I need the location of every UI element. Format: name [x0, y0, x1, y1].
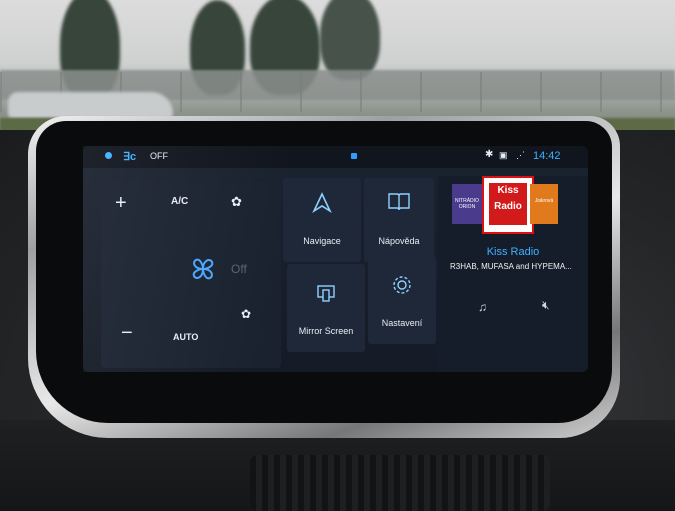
station-name: Kiss Radio: [486, 246, 540, 258]
tile-settings[interactable]: Nastavení: [368, 256, 436, 344]
air-vent: [250, 455, 550, 511]
infotainment-screen: ∃c OFF ✱ ▣ ⋰ 14:42 + A/C ✿ Off − AUTO ✿ …: [83, 146, 588, 372]
station-logo-text: Kiss Radio: [494, 185, 522, 212]
auto-button[interactable]: AUTO: [173, 332, 198, 342]
tile-help[interactable]: Nápověda: [364, 178, 434, 262]
radio-panel[interactable]: NITRÁDIO ORION Kiss Radio Jiskrová Kiss …: [438, 176, 588, 372]
parked-car: [8, 92, 173, 118]
fan-high-icon[interactable]: ✿: [231, 194, 242, 210]
mute-icon[interactable]: 🔇︎: [542, 298, 550, 313]
tile-label: Mirror Screen: [298, 326, 354, 336]
media-source-icon[interactable]: ♫: [478, 300, 487, 314]
station-logo-text: NITRÁDIO ORION: [455, 198, 479, 210]
phone-mirror-icon: [317, 285, 335, 302]
fan-icon[interactable]: [186, 252, 220, 286]
climate-panel: + A/C ✿ Off − AUTO ✿: [101, 182, 281, 368]
book-icon: [388, 193, 410, 211]
seat-heat-icon[interactable]: ∃c: [123, 150, 136, 163]
home-icon[interactable]: [351, 153, 357, 159]
ac-state[interactable]: OFF: [150, 151, 168, 161]
temp-down-button[interactable]: −: [121, 322, 133, 345]
gear-icon: [393, 276, 411, 294]
ac-button[interactable]: A/C: [171, 196, 188, 207]
tile-label: Nastavení: [381, 318, 423, 328]
temp-up-button[interactable]: +: [115, 192, 127, 215]
fan-low-icon[interactable]: ✿: [241, 307, 251, 321]
signal-icon: ⋰: [516, 150, 525, 160]
fan-off-button[interactable]: Off: [231, 262, 247, 276]
station-logo-current-art: Kiss Radio: [489, 183, 527, 225]
bluetooth-icon: ✱: [485, 149, 494, 160]
now-playing: R3HAB, MUFASA and HYPEMA...: [450, 262, 572, 271]
station-logo-current[interactable]: Kiss Radio: [482, 176, 534, 234]
station-logo-text: Jiskrová: [534, 198, 554, 204]
tile-mirror-screen[interactable]: Mirror Screen: [287, 264, 365, 352]
station-logo-right[interactable]: Jiskrová: [530, 184, 558, 224]
tile-navigation[interactable]: Navigace: [283, 178, 361, 262]
clock: 14:42: [533, 150, 561, 162]
station-logo-left[interactable]: NITRÁDIO ORION: [452, 184, 482, 224]
climate-sync-icon[interactable]: [105, 152, 112, 159]
tile-label: Navigace: [303, 236, 341, 246]
car-icon: ▣: [499, 150, 508, 160]
status-bar: ∃c OFF ✱ ▣ ⋰ 14:42: [83, 146, 588, 168]
navigation-icon: [312, 192, 332, 214]
tile-label: Nápověda: [378, 236, 420, 246]
